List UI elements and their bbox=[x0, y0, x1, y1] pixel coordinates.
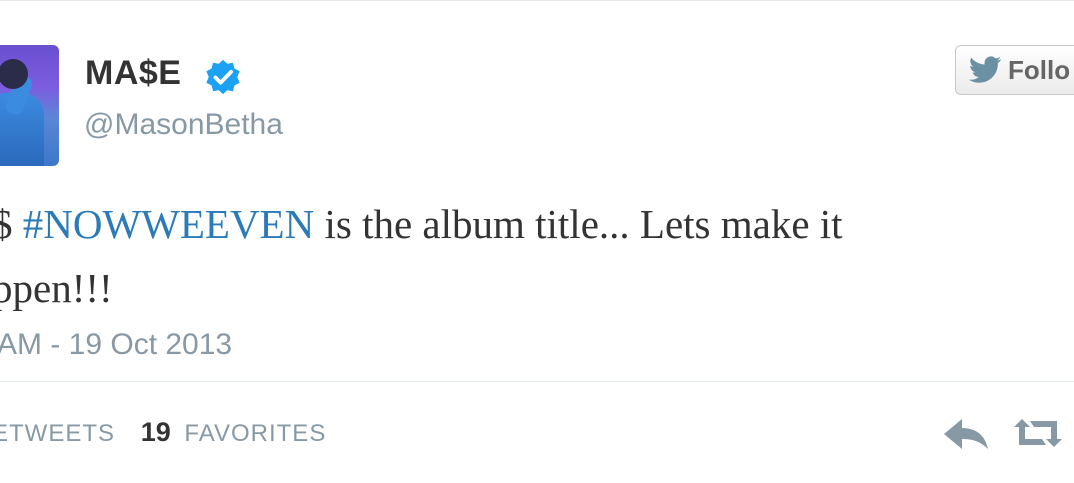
user-handle[interactable]: @MasonBetha bbox=[84, 108, 283, 142]
favorites-label[interactable]: FAVORITES bbox=[184, 420, 326, 447]
tweet-line-1: $ #NOWWEEVEN is the album title... Lets … bbox=[0, 192, 1072, 256]
tweet-text-suffix: is the album title... Lets make it bbox=[314, 201, 843, 247]
tweet-text-prefix: $ bbox=[0, 201, 13, 247]
follow-button-label: Follo bbox=[1008, 54, 1071, 85]
twitter-bird-icon bbox=[969, 56, 1002, 83]
display-name[interactable]: MA$E bbox=[85, 54, 181, 93]
avatar[interactable] bbox=[0, 45, 59, 166]
tweet-line-2: ppen!!! bbox=[0, 265, 113, 311]
tweet-stats: ETWEETS 19 FAVORITES bbox=[0, 417, 326, 448]
favorites-count[interactable]: 19 bbox=[141, 417, 171, 447]
stats-divider bbox=[0, 381, 1074, 382]
tweet-text: $ #NOWWEEVEN is the album title... Lets … bbox=[0, 192, 1072, 320]
follow-button[interactable]: Follo bbox=[955, 45, 1074, 95]
hashtag-link[interactable]: #NOWWEEVEN bbox=[23, 201, 314, 247]
tweet-timestamp[interactable]: AM - 19 Oct 2013 bbox=[0, 328, 232, 362]
retweet-icon[interactable] bbox=[1012, 415, 1064, 451]
retweets-label[interactable]: ETWEETS bbox=[0, 420, 115, 447]
top-divider bbox=[0, 0, 1074, 1]
reply-icon[interactable] bbox=[942, 417, 990, 451]
verified-badge-icon bbox=[206, 59, 240, 95]
